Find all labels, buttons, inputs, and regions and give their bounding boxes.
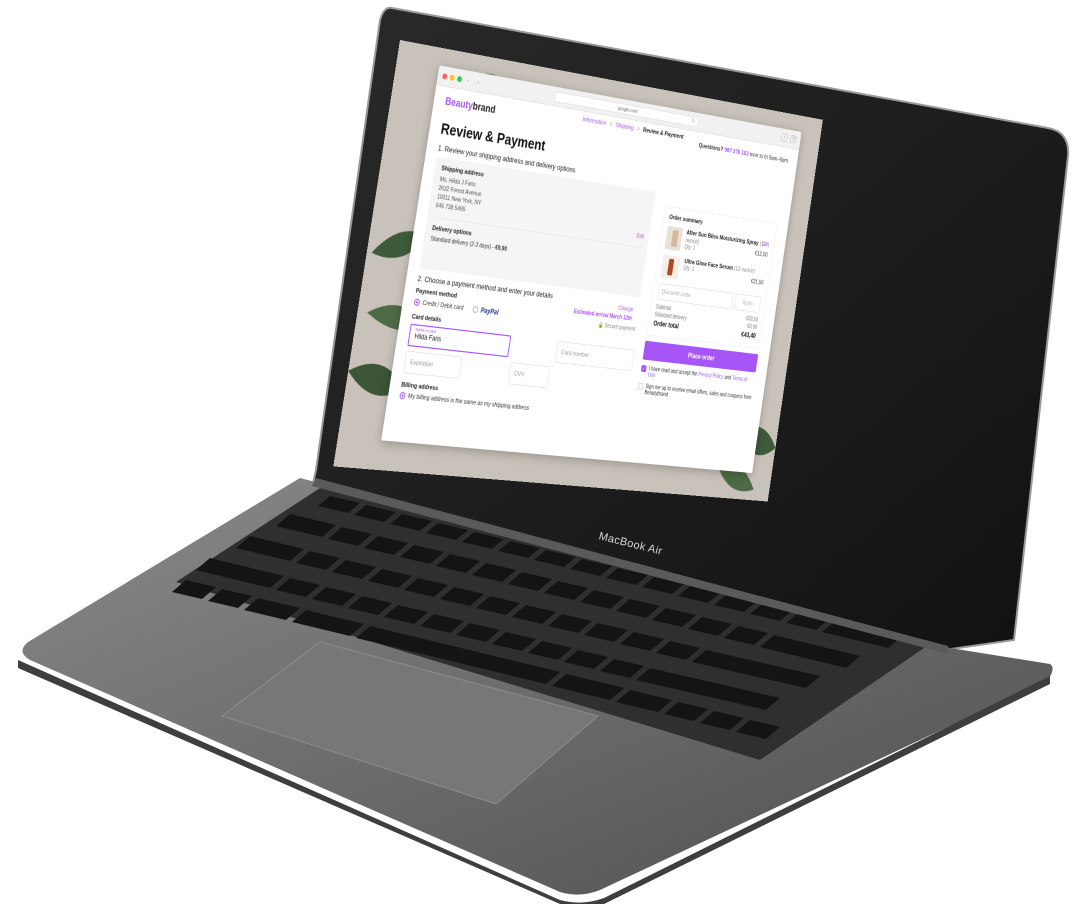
radio-selected-icon	[399, 391, 406, 400]
apply-button[interactable]: Apply	[733, 293, 762, 313]
logo[interactable]: Beautybrand	[444, 95, 496, 116]
laptop-screen: ‹ › google.com ↻ ↑ ❐ Beautybrand Informa…	[333, 40, 823, 502]
phone-link[interactable]: 987 376 163	[724, 147, 749, 158]
paypal-radio[interactable]: PayPal	[472, 305, 499, 316]
order-summary-column: Order summary After Sun Bliss Moisturizi…	[633, 205, 778, 433]
product-image	[664, 225, 684, 252]
checkout-main: Review & Payment 1. Review your shipping…	[399, 117, 661, 421]
reload-icon[interactable]: ↻	[691, 117, 696, 126]
edit-address-link[interactable]: Edit	[636, 233, 644, 240]
change-delivery-link[interactable]: Change	[618, 305, 634, 313]
expiration-field[interactable]: Expiration	[403, 350, 463, 379]
breadcrumb-shipping[interactable]: Shipping	[615, 122, 634, 132]
cvv-field[interactable]: CVV	[507, 362, 551, 389]
paypal-logo: PayPal	[480, 306, 500, 317]
privacy-policy-link[interactable]: Privacy Policy	[698, 372, 724, 381]
card-number-field[interactable]: Card number	[554, 341, 635, 372]
browser-window: ‹ › google.com ↻ ↑ ❐ Beautybrand Informa…	[381, 65, 802, 474]
back-icon[interactable]: ‹	[464, 76, 473, 85]
radio-unselected-icon	[472, 305, 479, 314]
breadcrumb-current: Review & Payment	[642, 126, 684, 141]
url-text: google.com	[617, 105, 638, 115]
terms-checkbox[interactable]: ✓	[640, 364, 647, 373]
newsletter-checkbox[interactable]	[638, 382, 644, 390]
minimize-window-icon[interactable]	[449, 74, 455, 81]
close-window-icon[interactable]	[442, 72, 448, 80]
laptop-mockup: ‹ › google.com ↻ ↑ ❐ Beautybrand Informa…	[0, 0, 1080, 904]
breadcrumb-information[interactable]: Information	[582, 116, 607, 127]
order-summary: Order summary After Sun Bliss Moisturizi…	[646, 205, 778, 349]
radio-selected-icon	[413, 298, 421, 307]
secure-payment: 🔒 Secure payment	[597, 321, 636, 333]
share-icon[interactable]: ↑	[780, 133, 788, 142]
tabs-icon[interactable]: ❐	[789, 134, 798, 144]
forward-icon[interactable]: ›	[474, 78, 483, 87]
edit-cart-link[interactable]: Edit	[762, 241, 770, 248]
maximize-window-icon[interactable]	[456, 75, 463, 83]
product-image	[660, 254, 681, 280]
credit-card-radio[interactable]: Credit / Debit card	[413, 298, 464, 312]
help-contact: Questions? 987 376 163 mon to fri 9am–6p…	[698, 142, 789, 165]
